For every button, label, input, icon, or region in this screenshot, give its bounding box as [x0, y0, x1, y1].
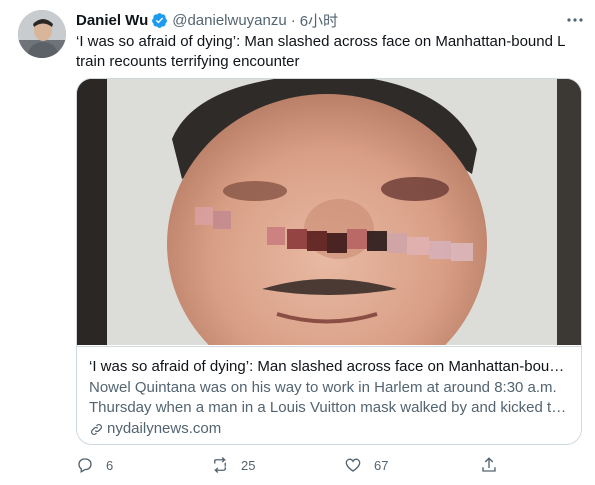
card-description-line-2: Thursday when a man in a Louis Vuitton m…	[89, 399, 569, 416]
share-icon	[482, 457, 496, 472]
more-icon[interactable]	[565, 10, 585, 30]
author-handle[interactable]: @danielwuyanzu	[172, 12, 286, 29]
tweet-header: Daniel Wu @danielwuyanzu · 6小时	[76, 10, 579, 30]
tweet-timestamp[interactable]: 6小时	[300, 10, 338, 31]
card-domain[interactable]: nydailynews.com	[89, 419, 569, 439]
separator-dot: ·	[290, 11, 296, 29]
author-avatar[interactable]	[18, 10, 66, 58]
card-description-line-1: Nowel Quintana was on his way to work in…	[89, 379, 557, 396]
card-body: ‘I was so afraid of dying’: Man slashed …	[77, 346, 581, 444]
tweet-text: ‘I was so afraid of dying’: Man slashed …	[76, 33, 565, 70]
card-domain-text: nydailynews.com	[107, 420, 222, 437]
reply-count: 6	[106, 457, 114, 473]
link-card[interactable]: ‘I was so afraid of dying’: Man slashed …	[76, 78, 582, 445]
share-button[interactable]	[480, 456, 510, 474]
reply-icon	[78, 458, 92, 473]
verified-badge-icon	[151, 12, 168, 29]
retweet-button[interactable]: 25	[211, 456, 255, 474]
card-description: Nowel Quintana was on his way to work in…	[89, 378, 569, 418]
tweet-actions: 6 25 67	[76, 456, 506, 478]
like-count: 67	[374, 457, 389, 473]
reply-button[interactable]: 6	[76, 456, 113, 474]
card-image	[77, 79, 581, 394]
retweet-icon	[213, 457, 227, 473]
like-icon	[345, 458, 361, 472]
like-button[interactable]: 67	[344, 456, 388, 474]
card-title[interactable]: ‘I was so afraid of dying’: Man slashed …	[89, 357, 569, 377]
author-name[interactable]: Daniel Wu	[76, 12, 148, 29]
link-icon	[91, 423, 102, 435]
retweet-count: 25	[241, 457, 256, 473]
